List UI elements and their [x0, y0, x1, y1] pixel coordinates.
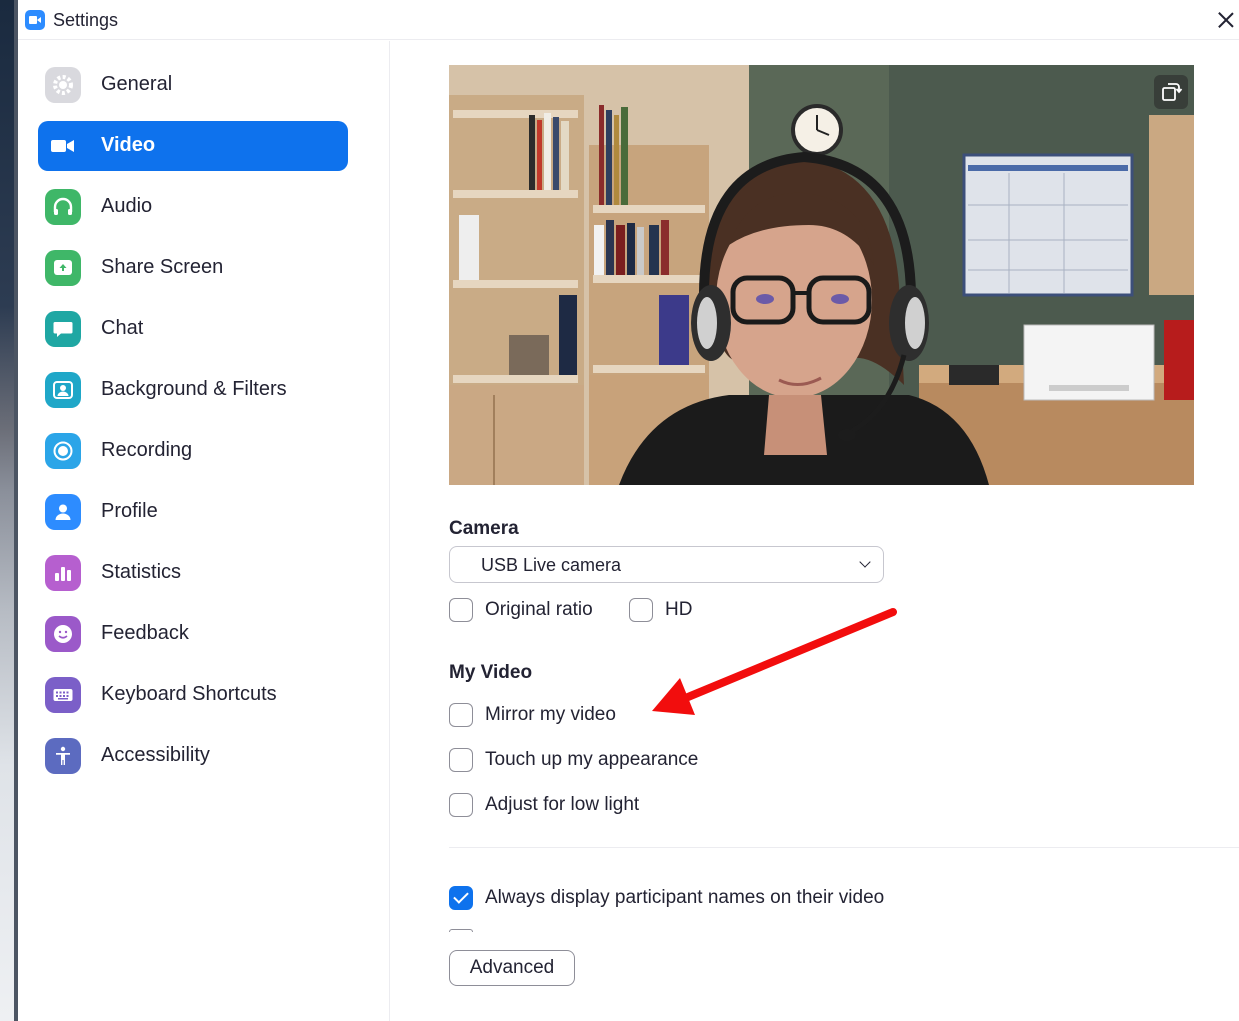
- clipped-checkbox[interactable]: [449, 929, 473, 932]
- sidebar-item-label: General: [101, 73, 173, 95]
- checkbox-label: Touch up my appearance: [485, 749, 699, 770]
- sidebar-item-accessibility[interactable]: Accessibility: [38, 731, 348, 781]
- desktop-background-strip: [0, 0, 14, 1021]
- sidebar-item-video[interactable]: Video: [38, 121, 348, 171]
- sidebar-item-label: Keyboard Shortcuts: [101, 683, 277, 705]
- sidebar-item-label: Chat: [101, 317, 144, 339]
- rotate-icon: [1162, 83, 1183, 101]
- sidebar-item-label: Background & Filters: [101, 378, 287, 400]
- sidebar-item-label: Accessibility: [101, 744, 210, 766]
- zoom-app-icon: [25, 10, 45, 30]
- person-icon: [45, 494, 81, 530]
- checkbox-box[interactable]: [449, 748, 473, 772]
- sidebar-item-keyboard-shortcuts[interactable]: Keyboard Shortcuts: [38, 670, 348, 720]
- checkbox-label: Mirror my video: [485, 704, 616, 725]
- sidebar-item-feedback[interactable]: Feedback: [38, 609, 348, 659]
- video-settings-panel: Camera USB Live camera Original ratio HD…: [391, 41, 1239, 1021]
- close-button[interactable]: [1214, 8, 1238, 32]
- chat-bubble-icon: [45, 311, 81, 347]
- checkbox-label: HD: [665, 599, 693, 620]
- camera-select-value: USB Live camera: [481, 555, 622, 575]
- sidebar-item-general[interactable]: General: [38, 60, 348, 110]
- headphones-icon: [45, 189, 81, 225]
- person-portrait-icon: [45, 372, 81, 408]
- advanced-button[interactable]: Advanced: [449, 950, 575, 986]
- settings-sidebar: General Video Audio Share Screen Chat Ba…: [18, 41, 390, 1021]
- camera-select[interactable]: USB Live camera: [449, 546, 884, 583]
- settings-window: Settings General Video Audio Share Scree…: [18, 0, 1239, 1021]
- checkbox-box[interactable]: [449, 793, 473, 817]
- sidebar-item-recording[interactable]: Recording: [38, 426, 348, 476]
- mirror-video-checkbox[interactable]: Mirror my video: [449, 701, 649, 729]
- smiley-icon: [45, 616, 81, 652]
- section-divider: [449, 847, 1239, 848]
- my-video-heading: My Video: [449, 662, 533, 683]
- sidebar-item-share-screen[interactable]: Share Screen: [38, 243, 348, 293]
- title-bar: Settings: [18, 0, 1239, 40]
- checkbox-label: Original ratio: [485, 599, 593, 620]
- record-icon: [45, 433, 81, 469]
- hd-checkbox[interactable]: HD: [629, 596, 709, 624]
- accessibility-icon: [45, 738, 81, 774]
- window-title: Settings: [53, 10, 119, 30]
- share-screen-icon: [45, 250, 81, 286]
- gear-icon: [45, 67, 81, 103]
- sidebar-item-audio[interactable]: Audio: [38, 182, 348, 232]
- original-ratio-checkbox[interactable]: Original ratio: [449, 596, 609, 624]
- sidebar-item-label: Statistics: [101, 561, 182, 583]
- checkbox-box[interactable]: [449, 598, 473, 622]
- sidebar-item-label: Feedback: [101, 622, 189, 644]
- checkbox-box[interactable]: [449, 703, 473, 727]
- checkbox-label: Adjust for low light: [485, 794, 640, 815]
- checkbox-label: Always display participant names on thei…: [485, 887, 885, 908]
- sidebar-item-label: Recording: [101, 439, 193, 461]
- sidebar-item-background-filters[interactable]: Background & Filters: [38, 365, 348, 415]
- camera-heading: Camera: [449, 518, 519, 539]
- sidebar-item-label: Profile: [101, 500, 158, 522]
- sidebar-item-chat[interactable]: Chat: [38, 304, 348, 354]
- chevron-down-icon: [859, 556, 871, 568]
- camera-preview: [449, 65, 1194, 485]
- touch-up-appearance-checkbox[interactable]: Touch up my appearance: [449, 746, 719, 774]
- rotate-camera-button[interactable]: [1154, 75, 1188, 109]
- checkbox-box[interactable]: [629, 598, 653, 622]
- keyboard-icon: [45, 677, 81, 713]
- video-camera-icon: [45, 128, 81, 164]
- sidebar-item-label: Share Screen: [101, 256, 224, 278]
- sidebar-item-profile[interactable]: Profile: [38, 487, 348, 537]
- sidebar-item-statistics[interactable]: Statistics: [38, 548, 348, 598]
- bar-chart-icon: [45, 555, 81, 591]
- low-light-checkbox[interactable]: Adjust for low light: [449, 791, 669, 819]
- checkbox-box-checked[interactable]: [449, 886, 473, 910]
- sidebar-item-label: Audio: [101, 195, 153, 217]
- sidebar-item-label: Video: [101, 134, 156, 156]
- participant-names-checkbox[interactable]: Always display participant names on thei…: [449, 884, 909, 912]
